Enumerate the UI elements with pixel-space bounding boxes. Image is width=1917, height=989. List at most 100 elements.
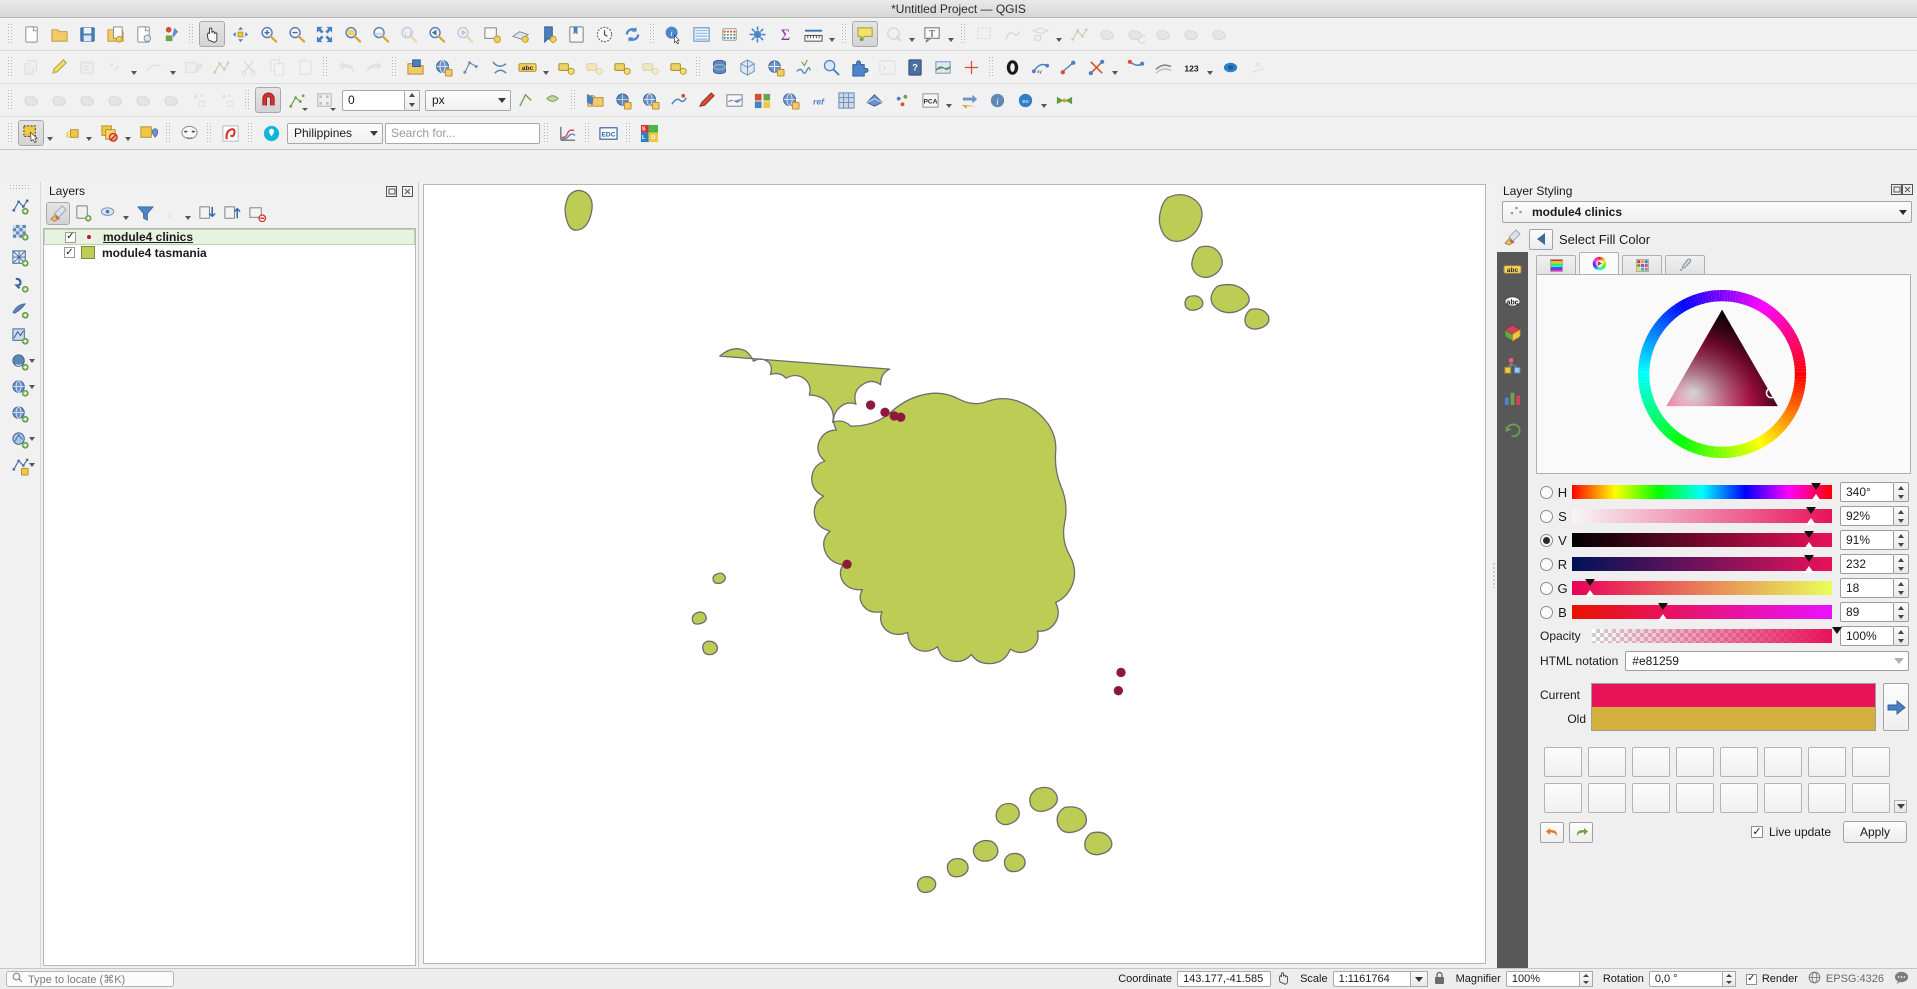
old-color-swatch[interactable] [1592,707,1875,730]
georeferencer-icon[interactable] [762,54,788,80]
map-tips-icon[interactable] [852,21,878,47]
country-combo[interactable]: Philippines [287,122,383,144]
close-icon[interactable] [401,185,414,198]
apply-button[interactable]: Apply [1843,821,1907,843]
chevron-down-icon[interactable] [29,437,35,441]
python-console-icon[interactable] [874,54,900,80]
crs-group[interactable]: EPSG:4326 [1808,971,1884,987]
save-layer-edits-icon[interactable] [74,54,100,80]
annotation-icon[interactable] [880,21,906,47]
chevron-down-icon[interactable] [907,21,916,47]
slider-radio-b[interactable] [1540,605,1553,619]
render-checkbox[interactable] [1745,973,1757,985]
edc-icon[interactable]: EDC [595,120,621,146]
toolbar-grip[interactable] [206,122,213,144]
shape-digitizing-icon[interactable] [1217,54,1243,80]
toolbar-grip[interactable] [391,56,398,78]
chevron-down-icon[interactable] [121,202,130,225]
live-update-control[interactable]: Live update [1750,825,1831,839]
slider-radio-h[interactable] [1540,485,1553,499]
chevron-down-icon[interactable] [123,120,132,146]
chevron-down-icon[interactable] [45,120,54,146]
text-annotation-icon[interactable]: T [919,21,945,47]
slider-track-v[interactable] [1572,531,1832,549]
split-features-icon[interactable] [1083,54,1109,80]
rotate-feature-icon[interactable] [1122,21,1148,47]
toolbar-grip[interactable] [649,23,656,45]
slider-handle[interactable] [1658,603,1668,610]
pan-map-icon[interactable] [199,21,225,47]
history-icon[interactable] [1502,418,1524,440]
chevron-down-icon[interactable] [183,202,192,225]
save-project-icon[interactable] [74,21,100,47]
circle-shape-icon[interactable] [999,54,1025,80]
plugin-osm-icon[interactable] [581,87,607,113]
help-icon[interactable]: ? [902,54,928,80]
color-swatches-tab-icon[interactable] [1622,255,1662,274]
select-value-icon[interactable] [1027,21,1053,47]
save-project-as-icon[interactable] [102,21,128,47]
zoom-out-icon[interactable] [283,21,309,47]
deselect-all-icon[interactable] [96,120,122,146]
rotation-value[interactable]: 0,0 ° [1648,971,1723,987]
html-notation-input[interactable]: #e81259 [1625,651,1909,671]
plugin-bowtie-icon[interactable] [1051,87,1077,113]
new-3d-map-view-icon[interactable] [507,21,533,47]
color-wheel-tab-icon[interactable] [1579,252,1619,274]
digitize-with-curve-icon[interactable] [141,54,167,80]
compare-bars[interactable] [1591,683,1876,731]
filter-legend-icon[interactable] [133,202,157,225]
opacity-slider[interactable] [1592,627,1842,643]
slider-spinner-b[interactable] [1894,602,1909,622]
toolbar-grip[interactable] [9,184,31,191]
search-input[interactable]: Search for... [385,122,540,144]
add-wfs-layer-icon[interactable] [5,427,35,453]
vertex-tool-all-icon[interactable] [208,54,234,80]
slider-spinner-r[interactable] [1894,554,1909,574]
add-wcs-layer-icon[interactable] [5,401,35,427]
undo-button[interactable] [1540,821,1564,843]
single-symbol-icon[interactable]: abc [1502,258,1524,280]
new-virtual-layer-icon[interactable] [734,54,760,80]
processing-toolbox-icon[interactable] [744,21,770,47]
chevron-down-icon[interactable] [29,359,35,363]
magnifier-spinner[interactable] [1579,971,1593,987]
zoom-native-icon[interactable]: 1:1 [395,21,421,47]
split-parts-icon[interactable] [158,87,184,113]
zoom-in-icon[interactable] [255,21,281,47]
slider-radio-s[interactable] [1540,509,1553,523]
temporal-controller-icon[interactable] [591,21,617,47]
add-point-feature-icon[interactable] [102,54,128,80]
lock-scale-icon[interactable] [1433,971,1446,988]
deselect-icon[interactable] [999,21,1025,47]
chevron-down-icon[interactable] [541,54,550,80]
plugin-openeo-icon[interactable]: eo [1012,87,1038,113]
scale-value[interactable]: 1:1161764 [1332,971,1411,987]
metasearch-icon[interactable] [818,54,844,80]
3d-view-icon[interactable] [1502,354,1524,376]
geometry-checker-icon[interactable] [486,54,512,80]
merge-features-icon[interactable] [1122,54,1148,80]
slider-spinner-h[interactable] [1894,482,1909,502]
plugin-gps-icon[interactable] [609,87,635,113]
add-arcgis-layer-icon[interactable] [5,453,35,479]
opacity-value[interactable]: 100% [1840,626,1894,646]
styling-undock-icon[interactable] [1891,184,1902,198]
styling-close-icon[interactable] [1902,184,1913,198]
scale-dropdown[interactable] [1410,971,1428,987]
highlight-labels-icon[interactable] [581,54,607,80]
crs-status-icon[interactable] [958,54,984,80]
chevron-down-icon[interactable] [129,54,138,80]
plugin-exchange-icon[interactable] [956,87,982,113]
add-part-icon[interactable] [1206,21,1232,47]
chevron-down-icon[interactable] [29,463,35,467]
pin-labels-icon[interactable] [553,54,579,80]
plugin-globe-icon[interactable] [637,87,663,113]
chevron-down-icon[interactable] [946,21,955,47]
recent-color-swatch[interactable] [1852,783,1890,813]
copy-features-icon[interactable] [264,54,290,80]
select-by-expression-icon[interactable]: ε [57,120,83,146]
expand-all-icon[interactable] [195,202,219,225]
recent-color-swatch[interactable] [1676,747,1714,777]
identify-features-icon[interactable]: i [660,21,686,47]
